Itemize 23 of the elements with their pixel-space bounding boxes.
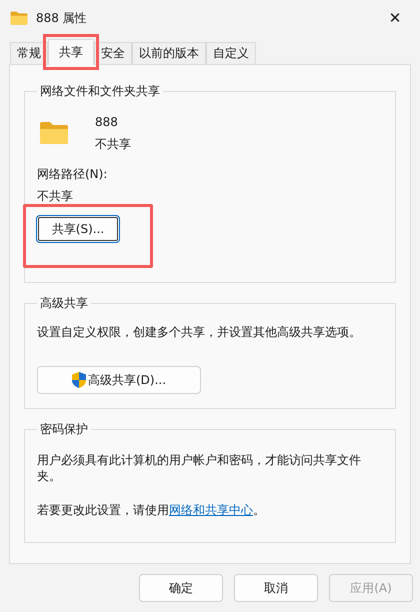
description: 用户必须具有此计算机的用户帐户和密码，才能访问共享文件夹。 <box>37 452 362 484</box>
tab[interactable]: 常规 <box>10 42 48 64</box>
network-center-link[interactable]: 网络和共享中心 <box>169 503 253 517</box>
description: 设置自定义权限，创建多个共享，并设置其他高级共享选项。 <box>37 324 362 340</box>
tab[interactable]: 自定义 <box>206 42 256 64</box>
network-path-label: 网络路径(N): <box>37 166 108 182</box>
advanced-sharing-button[interactable]: 高级共享(D)... <box>37 366 201 394</box>
folder-icon <box>10 10 28 26</box>
group-title: 密码保护 <box>39 421 89 438</box>
share-button[interactable]: 共享(S)... <box>36 215 120 243</box>
window-title: 888 属性 <box>36 10 88 26</box>
group-title: 网络文件和文件夹共享 <box>39 83 161 100</box>
dialog-button[interactable]: 取消 <box>234 574 318 602</box>
hint-text: 若要更改此设置，请使用网络和共享中心。 <box>37 502 266 518</box>
group-title: 高级共享 <box>39 295 89 312</box>
tab[interactable]: 以前的版本 <box>132 42 206 64</box>
tab[interactable]: 安全 <box>94 42 132 64</box>
close-button[interactable]: ✕ <box>380 3 410 33</box>
share-status: 不共享 <box>95 136 131 152</box>
folder-name: 888 <box>95 114 119 130</box>
dialog-button[interactable]: 确定 <box>139 574 223 602</box>
folder-icon <box>39 121 69 145</box>
network-path-value: 不共享 <box>37 188 74 204</box>
